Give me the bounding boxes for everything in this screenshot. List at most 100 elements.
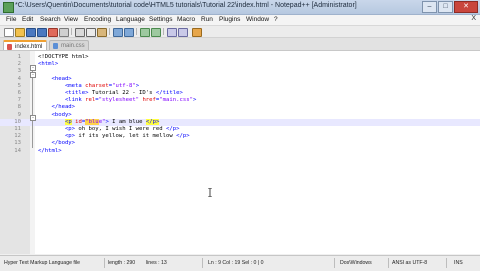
toolbar-separator [109, 28, 110, 35]
fold-toggle-icon[interactable]: − [30, 65, 36, 71]
saved-file-icon [53, 43, 58, 49]
menu-edit[interactable]: Edit [22, 16, 33, 23]
code-token: <p> [38, 133, 76, 140]
run-icon[interactable] [192, 28, 202, 37]
code-line[interactable]: 1 <!DOCTYPE html> [0, 54, 480, 61]
replace-icon[interactable] [151, 28, 161, 37]
code-token: "stylesheet" [98, 97, 140, 104]
code-token: </title> [155, 90, 183, 96]
line-code: <head> [38, 75, 72, 82]
close-file-icon[interactable] [48, 28, 58, 37]
code-token: <!DOCTYPE html> [38, 54, 89, 60]
window-title: *C:\Users\Quentin\Documents\tutorial cod… [15, 2, 357, 9]
code-line[interactable]: 13 </body> [0, 140, 480, 147]
code-editor[interactable]: 1 <!DOCTYPE html> 2 <html> 3 4 <head> 5 <meta … [0, 51, 480, 254]
line-code: <!DOCTYPE html> [38, 54, 89, 60]
menu-view[interactable]: View [64, 16, 78, 23]
save-all-icon[interactable] [37, 28, 47, 37]
zoom-out-icon[interactable] [178, 28, 188, 37]
code-token: charset [85, 82, 109, 89]
cut-icon[interactable] [75, 28, 85, 37]
title-bar: *C:\Users\Quentin\Documents\tutorial cod… [0, 0, 480, 15]
menu-help[interactable]: ? [274, 16, 278, 23]
menu-settings[interactable]: Settings [149, 16, 173, 23]
save-icon[interactable] [26, 28, 36, 37]
menu-plugins[interactable]: Plugins [219, 16, 240, 23]
code-token: > [135, 82, 140, 89]
code-line[interactable]: 11 <p> oh boy, I wish I were red </p> [0, 126, 480, 133]
code-token: rel [85, 97, 96, 104]
menu-window[interactable]: Window [246, 16, 269, 23]
line-number: 5 [17, 82, 21, 89]
line-code: <p> oh boy, I wish I were red </p> [38, 126, 180, 132]
code-token: </p> [165, 126, 180, 132]
code-line[interactable]: 7 <link rel="stylesheet" href="main.css"… [0, 97, 480, 104]
maximize-button[interactable]: □ [438, 1, 453, 13]
code-token: </head> [38, 104, 76, 111]
code-token: > [192, 97, 197, 104]
code-token: </p> [145, 118, 160, 125]
code-token: <head> [38, 75, 72, 82]
status-insert-mode[interactable]: INS [454, 260, 463, 266]
line-code: </head> [38, 104, 75, 110]
menu-encoding[interactable]: Encoding [84, 16, 111, 23]
minimize-button[interactable]: – [422, 1, 437, 13]
line-number: 6 [17, 90, 21, 96]
code-line[interactable]: 14 </html> [0, 148, 480, 155]
status-eol[interactable]: Dos\Windows [340, 260, 372, 266]
code-line[interactable]: 8 </head> [0, 104, 480, 111]
code-line[interactable]: 5 <meta charset="utf-8"> [0, 83, 480, 90]
fold-toggle-icon[interactable]: − [30, 72, 36, 78]
open-icon[interactable] [15, 28, 25, 37]
fold-toggle-icon[interactable]: − [30, 115, 36, 121]
new-file-icon[interactable] [4, 28, 14, 37]
zoom-in-icon[interactable] [167, 28, 177, 37]
menu-language[interactable]: Language [116, 16, 145, 23]
line-number: 7 [17, 97, 21, 104]
code-line[interactable]: 12 <p> if its yellow, let it mellow </p> [0, 133, 480, 140]
copy-icon[interactable] [86, 28, 96, 37]
toolbar-separator [71, 28, 72, 35]
line-number: 11 [14, 126, 21, 132]
tab-label: main.css [61, 43, 85, 49]
code-token: id [75, 118, 82, 125]
code-line[interactable]: 2 <html> [0, 61, 480, 68]
status-lines: lines : 13 [146, 260, 167, 266]
code-token: Tutorial 22 - ID's [88, 90, 156, 96]
code-token: href [142, 97, 156, 104]
menu-run[interactable]: Run [201, 16, 213, 23]
code-line[interactable]: 6 <title> Tutorial 22 - ID's </title> [0, 90, 480, 97]
code-token: "utf-8" [112, 82, 136, 89]
document-tabs: index.html main.css [0, 38, 480, 51]
code-token: <p> [38, 126, 76, 132]
print-icon[interactable] [59, 28, 69, 37]
window-controls: – □ ✕ [422, 1, 478, 13]
menu-bar: File Edit Search View Encoding Language … [0, 15, 480, 26]
find-icon[interactable] [140, 28, 150, 37]
code-line[interactable]: 4 <head> [0, 76, 480, 83]
code-token: <p [64, 118, 72, 125]
code-line[interactable]: 10 <p id="blue"> I am blue </p> [0, 118, 480, 126]
notepad-plus-plus-icon [3, 2, 14, 13]
code-line[interactable]: 3 [0, 68, 480, 75]
tab-main-css[interactable]: main.css [49, 40, 89, 50]
code-token: </body> [38, 140, 76, 147]
tab-index-html[interactable]: index.html [3, 40, 47, 50]
menu-search[interactable]: Search [40, 16, 61, 23]
status-encoding[interactable]: ANSI as UTF-8 [392, 260, 427, 266]
menu-macro[interactable]: Macro [177, 16, 195, 23]
code-token: I am blue [108, 118, 146, 125]
close-button[interactable]: ✕ [454, 1, 478, 13]
line-code: <p id="blue"> I am blue </p> [38, 118, 160, 125]
toolbar-separator [163, 28, 164, 35]
toolbar-separator [136, 28, 137, 35]
undo-icon[interactable] [113, 28, 123, 37]
paste-icon[interactable] [97, 28, 107, 37]
code-line[interactable]: 9 <body> [0, 112, 480, 119]
redo-icon[interactable] [124, 28, 134, 37]
code-token: </html> [38, 147, 62, 154]
menu-file[interactable]: File [6, 16, 16, 23]
close-document-button[interactable]: X [471, 15, 476, 22]
text-cursor-icon [207, 184, 213, 198]
code-token: "blu [85, 118, 99, 125]
